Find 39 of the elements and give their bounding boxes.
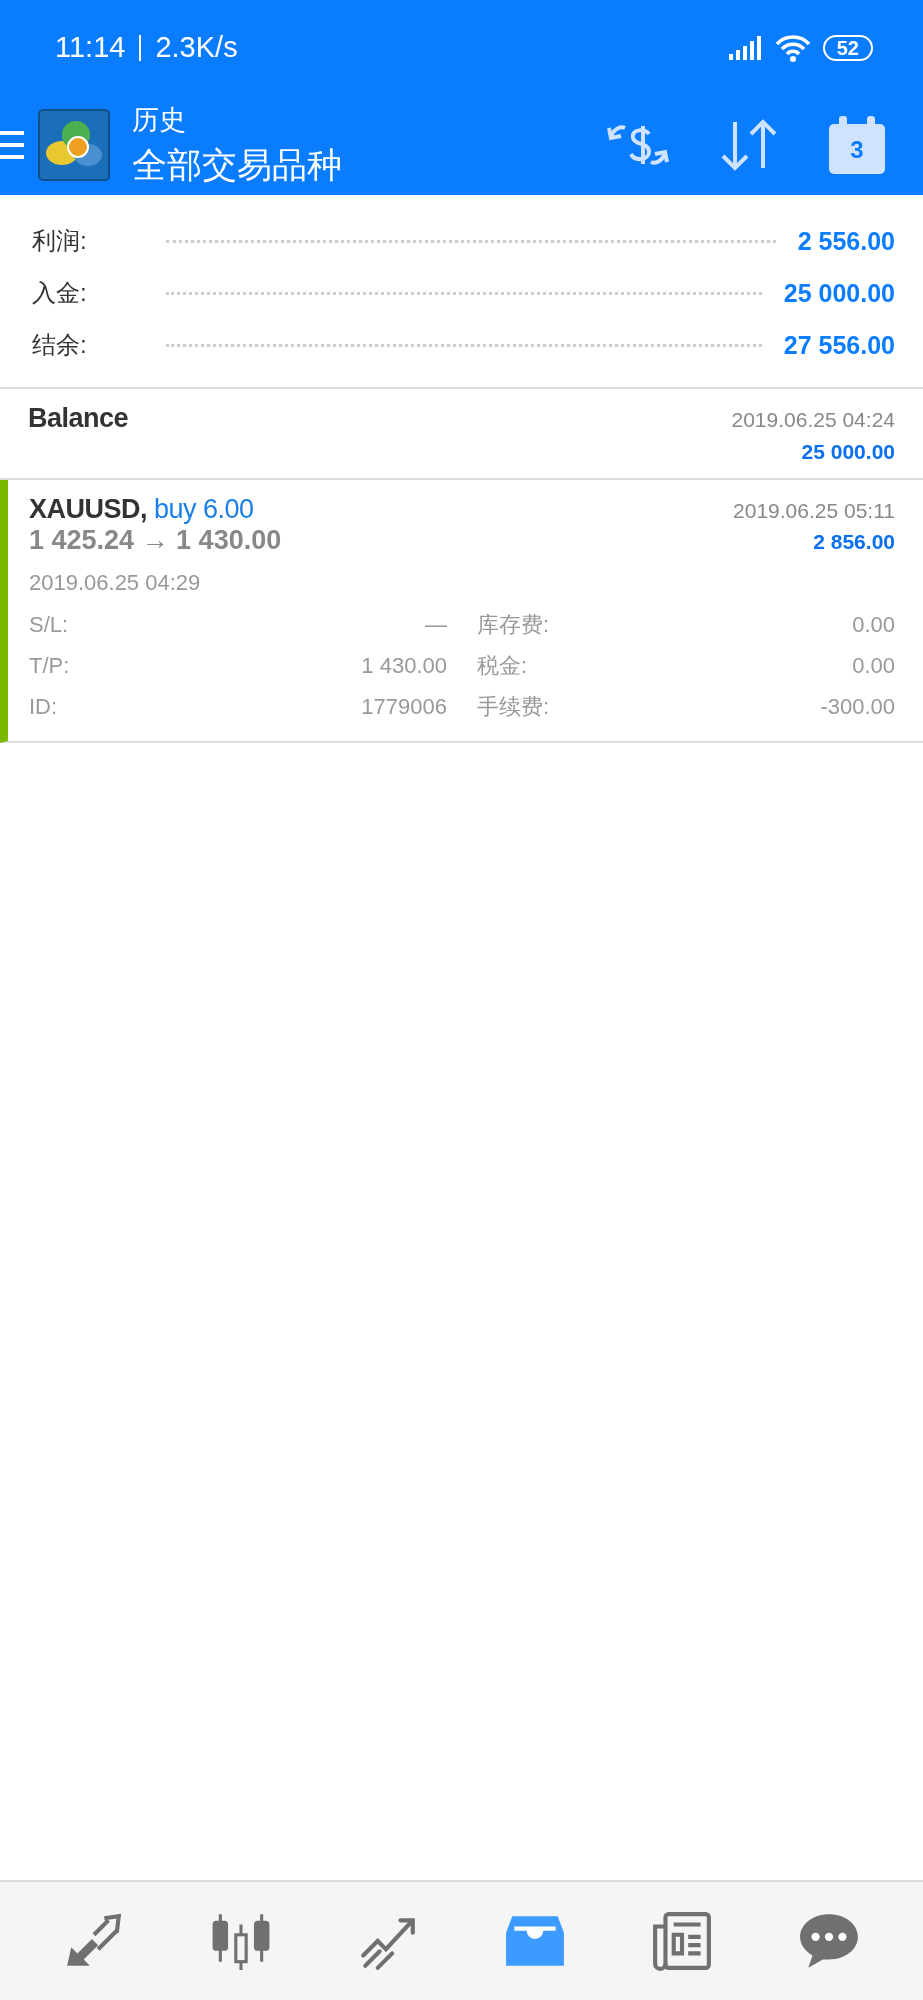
detail-label: S/L:	[29, 611, 69, 638]
detail-value: 1 430.00	[361, 652, 447, 679]
open-time: 2019.06.25 04:29	[29, 570, 202, 596]
detail-label: 手续费:	[477, 692, 550, 721]
signal-icon	[728, 35, 763, 60]
app-logo-icon	[38, 109, 110, 181]
detail-value: 0.00	[852, 611, 895, 638]
symbol-filter[interactable]: 全部交易品种	[132, 141, 342, 189]
trade-card[interactable]: XAUUSD, buy 6.00 2019.06.25 05:11 1 425.24 → 1 430.00 2 856.00 2019.06.25 04:29 S/L: — 库存费: 0.00 T/P: 1 430.00 税金: 0.00 ID: 1779006 手续费: -300.00	[0, 480, 923, 743]
trade-side: buy 6.00	[154, 494, 254, 524]
wifi-icon	[774, 33, 811, 62]
detail-value: -300.00	[820, 693, 895, 720]
summary-label: 结余:	[32, 330, 88, 360]
deal-title: Balance	[28, 403, 129, 434]
deal-time: 2019.06.25 04:24	[731, 408, 895, 432]
detail-label: 库存费:	[477, 610, 550, 639]
menu-icon[interactable]	[0, 129, 24, 161]
deal-amount: 2 856.00	[813, 530, 895, 554]
detail-label: T/P:	[29, 652, 70, 679]
detail-label: 税金:	[477, 651, 528, 680]
network-speed: 2.3K/s	[155, 31, 238, 64]
battery-level: 52	[822, 34, 873, 61]
screen-title: 历史	[132, 103, 187, 137]
summary-value: 25 000.00	[783, 278, 895, 308]
summary-value: 2 556.00	[797, 226, 895, 256]
detail-label: ID:	[29, 693, 58, 720]
detail-value: 0.00	[852, 652, 895, 679]
deal-time: 2019.06.25 05:11	[733, 499, 895, 523]
symbol-label: XAUUSD,	[29, 494, 147, 524]
clock: 11:14	[55, 31, 126, 64]
price-range: 1 425.24 → 1 430.00	[29, 525, 282, 556]
sort-icon[interactable]	[719, 118, 779, 172]
summary-value: 27 556.00	[783, 330, 895, 360]
newspaper-icon[interactable]	[651, 1910, 714, 1972]
detail-value: —	[425, 611, 447, 638]
detail-value: 1779006	[361, 693, 447, 720]
summary-label: 入金:	[32, 278, 88, 308]
summary-label: 利润:	[32, 226, 88, 256]
deal-amount: 25 000.00	[801, 440, 895, 464]
